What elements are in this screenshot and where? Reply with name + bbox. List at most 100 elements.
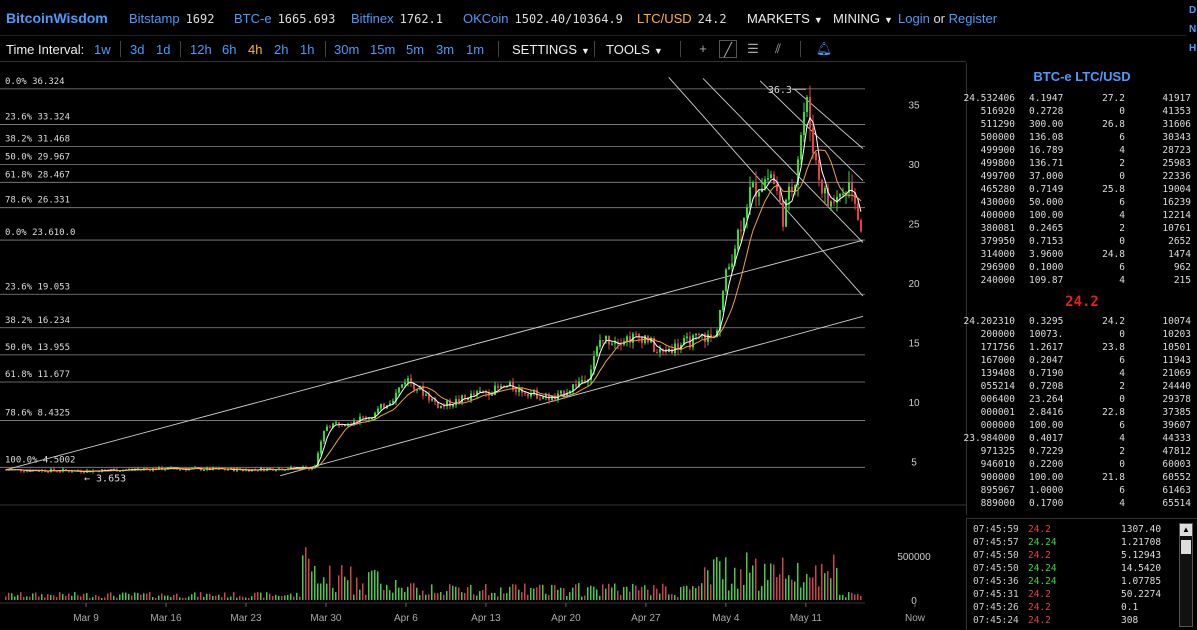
interval-15m[interactable]: 15m bbox=[370, 42, 395, 57]
interval-1m[interactable]: 1m bbox=[466, 42, 484, 57]
order-row[interactable]: 465280 0.7149 25.8 19004 bbox=[973, 184, 1191, 197]
interval-4h[interactable]: 4h bbox=[248, 42, 262, 57]
line-tool-icon[interactable]: ╱ bbox=[719, 40, 737, 58]
volume-bar bbox=[356, 577, 358, 600]
order-amount: 0.7208 bbox=[1029, 381, 1064, 392]
interval-2h[interactable]: 2h bbox=[274, 42, 288, 57]
volume-bar bbox=[173, 594, 175, 600]
order-amount: 2.8416 bbox=[1029, 407, 1064, 418]
chart-canvas[interactable]: 0.0% 36.32423.6% 33.32438.2% 31.46850.0%… bbox=[0, 63, 966, 630]
volume-bar bbox=[71, 595, 73, 600]
side-strip-item[interactable]: N bbox=[1186, 22, 1197, 38]
order-row[interactable]: 971325 0.7229 2 47812 bbox=[973, 446, 1191, 459]
order-row[interactable]: 400000 100.00 4 12214 bbox=[973, 210, 1191, 223]
order-row[interactable]: 139408 0.7190 4 21069 bbox=[973, 368, 1191, 381]
interval-30m[interactable]: 30m bbox=[334, 42, 359, 57]
volume-bar bbox=[488, 595, 490, 600]
candle-body bbox=[362, 416, 364, 418]
order-row[interactable]: 499900 16.789 4 28723 bbox=[973, 145, 1191, 158]
interval-12h[interactable]: 12h bbox=[190, 42, 212, 57]
candle-body bbox=[398, 387, 400, 393]
candle-body bbox=[611, 343, 613, 345]
volume-bar bbox=[470, 585, 472, 600]
order-row[interactable]: 380081 0.2465 2 10761 bbox=[973, 223, 1191, 236]
order-row[interactable]: 171756 1.2617 23.8 10501 bbox=[973, 342, 1191, 355]
order-row[interactable]: 314000 3.9600 24.8 1474 bbox=[973, 249, 1191, 262]
order-row[interactable]: 946010 0.2200 0 60003 bbox=[973, 459, 1191, 472]
candle-body bbox=[818, 160, 820, 180]
order-price: 500000 bbox=[980, 132, 1015, 143]
scroll-thumb[interactable] bbox=[1181, 540, 1191, 554]
order-row[interactable]: 900000 100.00 21.8 60552 bbox=[973, 472, 1191, 485]
order-row[interactable]: 24.202310 0.3295 24.2 10074 bbox=[964, 316, 1191, 329]
exchange-bitstamp[interactable]: Bitstamp 1692 bbox=[129, 11, 214, 26]
order-row[interactable]: 167000 0.2047 6 11943 bbox=[973, 355, 1191, 368]
exchange-okcoin[interactable]: OKCoin 1502.40/10364.9 bbox=[463, 11, 623, 26]
order-row[interactable]: 379950 0.7153 0 2652 bbox=[973, 236, 1191, 249]
exchange-btce[interactable]: BTC-e 1665.693 bbox=[234, 11, 335, 26]
horizontal-lines-icon[interactable]: ☰ bbox=[744, 40, 762, 58]
x-tick-label: Apr 13 bbox=[471, 613, 501, 624]
order-row[interactable]: 511290 300.00 26.8 31606 bbox=[973, 119, 1191, 132]
volume-bar bbox=[272, 596, 274, 600]
exchange-bitfinex[interactable]: Bitfinex 1762.1 bbox=[351, 11, 443, 26]
side-strip-item[interactable]: D bbox=[1186, 3, 1197, 19]
order-row[interactable]: 000001 2.8416 22.8 37385 bbox=[973, 407, 1191, 420]
trades-scrollbar[interactable]: ▲ bbox=[1179, 523, 1193, 627]
exchange-price: 1762.1 bbox=[399, 12, 443, 26]
trade-amount: 1.21708 bbox=[1121, 537, 1162, 548]
interval-3m[interactable]: 3m bbox=[436, 42, 454, 57]
mining-menu[interactable]: MINING ▼ bbox=[833, 11, 893, 26]
interval-1h[interactable]: 1h bbox=[300, 42, 314, 57]
interval-1d[interactable]: 1d bbox=[156, 42, 170, 57]
interval-6h[interactable]: 6h bbox=[222, 42, 236, 57]
interval-5m[interactable]: 5m bbox=[406, 42, 424, 57]
order-row[interactable]: 516920 0.2728 0 41353 bbox=[973, 106, 1191, 119]
order-row[interactable]: 24.532406 4.1947 27.2 41917 bbox=[964, 93, 1191, 106]
crosshair-icon[interactable]: + bbox=[694, 40, 712, 58]
order-row[interactable]: 499800 136.71 2 25983 bbox=[973, 158, 1191, 171]
order-sum: 0 bbox=[1119, 171, 1125, 182]
settings-menu[interactable]: SETTINGS ▼ bbox=[512, 42, 590, 57]
order-row[interactable]: 006400 23.264 0 29378 bbox=[973, 394, 1191, 407]
order-row[interactable]: 500000 136.08 6 30343 bbox=[973, 132, 1191, 145]
tools-menu[interactable]: TOOLS ▼ bbox=[606, 42, 663, 57]
candle-body bbox=[479, 390, 481, 392]
volume-bar bbox=[707, 570, 709, 600]
order-row[interactable]: 240000 109.87 4 215 bbox=[973, 275, 1191, 288]
brand-logo[interactable]: BitcoinWisdom bbox=[6, 10, 108, 26]
login-link[interactable]: Login bbox=[898, 11, 930, 26]
order-row[interactable]: 200000 10073. 0 10203 bbox=[973, 329, 1191, 342]
price-chart[interactable]: 0.0% 36.324 23.6% 33.324 38.2% 31.468 50.0%… bbox=[0, 63, 966, 630]
markets-menu[interactable]: MARKETS ▼ bbox=[747, 11, 823, 26]
volume-bar bbox=[110, 592, 112, 600]
order-row[interactable]: 23.984000 0.4017 4 44333 bbox=[964, 433, 1191, 446]
side-strip-item[interactable]: H bbox=[1186, 41, 1197, 57]
order-row[interactable]: 000000 100.00 6 39607 bbox=[973, 420, 1191, 433]
volume-bar bbox=[434, 592, 436, 600]
fib-tool-icon[interactable]: ⫽ bbox=[769, 40, 787, 58]
order-row[interactable]: 499700 37.000 0 22336 bbox=[973, 171, 1191, 184]
register-link[interactable]: Register bbox=[949, 11, 997, 26]
order-row[interactable]: 889000 0.1700 4 65514 bbox=[973, 498, 1191, 511]
volume-bar bbox=[674, 595, 676, 600]
volume-bar bbox=[185, 597, 187, 600]
y-tick-label: 10 bbox=[908, 398, 920, 409]
volume-bar bbox=[854, 594, 856, 600]
order-row[interactable]: 895967 1.0000 6 61463 bbox=[973, 485, 1191, 498]
volume-bar bbox=[50, 595, 52, 600]
y-tick-label: 25 bbox=[908, 220, 920, 231]
scroll-up-arrow-icon[interactable]: ▲ bbox=[1180, 524, 1192, 536]
volume-bar bbox=[125, 592, 127, 600]
volume-bar bbox=[305, 547, 307, 600]
volume-bar bbox=[686, 585, 688, 600]
interval-3d[interactable]: 3d bbox=[130, 42, 144, 57]
bell-icon[interactable]: 🔔︎ bbox=[815, 40, 833, 58]
order-row[interactable]: 296900 0.1000 6 962 bbox=[973, 262, 1191, 275]
volume-bar bbox=[359, 589, 361, 600]
order-row[interactable]: 055214 0.7208 2 24440 bbox=[973, 381, 1191, 394]
interval-1w[interactable]: 1w bbox=[94, 42, 111, 57]
volume-bar bbox=[368, 572, 370, 600]
exchange-ltcusd[interactable]: LTC/USD 24.2 bbox=[637, 11, 727, 26]
order-row[interactable]: 430000 50.000 6 16239 bbox=[973, 197, 1191, 210]
